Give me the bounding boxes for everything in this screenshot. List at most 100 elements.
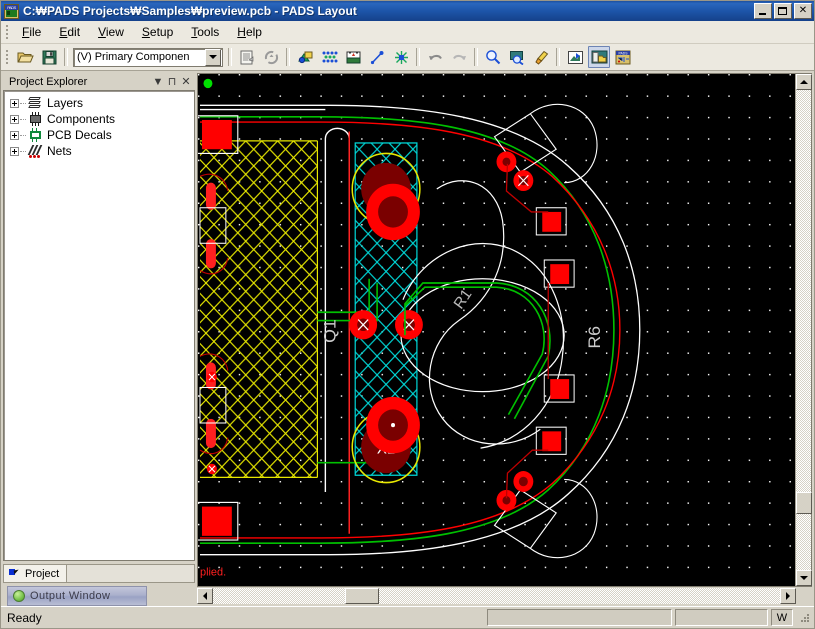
tree-item-pcb-decals[interactable]: PCB Decals <box>6 127 192 143</box>
scroll-down-arrow-icon <box>800 576 808 580</box>
scroll-up-button[interactable] <box>796 74 812 90</box>
expander-plus-icon[interactable] <box>10 130 19 140</box>
toolbar-separator-6 <box>556 48 560 66</box>
origin-dot <box>203 78 213 89</box>
scroll-right-button[interactable] <box>780 588 796 604</box>
pcb-decal-icon <box>26 128 44 142</box>
status-pane-2 <box>675 609 768 626</box>
menu-item-help[interactable]: Help <box>228 22 271 42</box>
close-button[interactable]: ✕ <box>794 3 812 19</box>
board-outline-button[interactable] <box>342 46 364 68</box>
pcb-canvas[interactable]: X1 Q1 <box>198 74 795 586</box>
layers-icon <box>26 96 44 110</box>
menu-label-file: ile <box>29 25 42 39</box>
explorer-panel-icon <box>591 50 607 64</box>
component-icon <box>26 112 44 126</box>
pin-icon[interactable]: ⊓ <box>165 75 179 89</box>
vscroll-thumb[interactable] <box>796 492 812 514</box>
open-file-button[interactable] <box>14 46 36 68</box>
scroll-up-arrow-icon <box>800 80 808 84</box>
route-button[interactable] <box>366 46 388 68</box>
designator-q1: Q1 <box>320 319 340 343</box>
expander-plus-icon[interactable] <box>10 146 19 156</box>
layers-setup-button[interactable] <box>294 46 316 68</box>
vscroll-track-upper[interactable] <box>796 90 811 492</box>
scroll-down-button[interactable] <box>796 570 812 586</box>
zoom-button[interactable] <box>482 46 504 68</box>
canvas-horizontal-scrollbar[interactable] <box>197 588 796 604</box>
document-button[interactable] <box>236 46 258 68</box>
project-explorer-title-bar: Project Explorer ▼ ⊓ ✕ <box>3 73 195 90</box>
status-pane-3: W <box>771 609 793 626</box>
hscroll-track-left[interactable] <box>213 588 345 604</box>
tree-label-components: Components <box>47 112 116 126</box>
layer-select-arrow[interactable] <box>205 48 221 66</box>
tree-item-layers[interactable]: Layers <box>6 95 192 111</box>
layer-select[interactable]: (V) Primary Componen <box>73 47 223 67</box>
drc-button[interactable] <box>390 46 412 68</box>
refresh-circular-icon <box>264 50 278 64</box>
menu-label-edit: dit <box>67 25 81 39</box>
tree-item-components[interactable]: Components <box>6 111 192 127</box>
main-body: Project Explorer ▼ ⊓ ✕ Layers Components… <box>1 71 814 606</box>
menu-item-edit[interactable]: Edit <box>50 22 89 42</box>
scroll-right-arrow-icon <box>786 592 790 600</box>
status-pane-1 <box>487 609 672 626</box>
canvas-vertical-scrollbar[interactable] <box>795 74 812 586</box>
tree-label-pcb-decals: PCB Decals <box>47 128 112 142</box>
magnifier-area-icon <box>509 50 524 65</box>
maximize-button[interactable] <box>774 3 792 19</box>
scroll-left-button[interactable] <box>197 588 213 604</box>
floppy-disk-icon <box>42 50 56 64</box>
close-icon[interactable]: ✕ <box>179 75 193 89</box>
pour-manager-button[interactable] <box>318 46 340 68</box>
output-window-bar[interactable]: Output Window <box>7 586 147 606</box>
hscroll-thumb[interactable] <box>345 588 379 604</box>
zoom-area-button[interactable] <box>506 46 528 68</box>
drc-star-icon <box>394 50 408 64</box>
menu-label-view: iew <box>105 25 124 39</box>
canvas-horizontal-scrollbar-row <box>197 588 812 604</box>
resize-grip[interactable] <box>798 611 812 625</box>
redo-arrow-icon <box>452 55 466 60</box>
tree-item-nets[interactable]: Nets <box>6 143 192 159</box>
pads-logo-button[interactable]: PADS <box>612 46 634 68</box>
minimize-button[interactable] <box>754 3 772 19</box>
status-bar: Ready W <box>1 606 814 628</box>
undo-arrow-icon <box>428 55 442 60</box>
project-tree[interactable]: Layers Components PCB Decals Nets <box>3 90 195 561</box>
save-file-button[interactable] <box>38 46 60 68</box>
pads-logo-icon: PADS <box>615 50 631 64</box>
route-line-icon <box>370 50 383 64</box>
menu-item-file[interactable]: File <box>13 22 50 42</box>
project-tab-icon <box>9 568 22 580</box>
redraw-button[interactable] <box>530 46 552 68</box>
chevron-down-icon[interactable]: ▼ <box>151 75 165 89</box>
tab-project[interactable]: Project <box>3 564 68 582</box>
vscroll-track-lower[interactable] <box>796 514 811 570</box>
expander-plus-icon[interactable] <box>10 98 19 108</box>
menu-item-setup[interactable]: Setup <box>133 22 182 42</box>
dock-tab-filler <box>67 564 195 582</box>
layer-select-value: (V) Primary Componen <box>77 51 190 63</box>
toolbar-separator-3 <box>286 48 290 66</box>
project-explorer-button[interactable] <box>588 46 610 68</box>
preview-window-button[interactable] <box>564 46 586 68</box>
preview-window-icon <box>567 50 583 64</box>
menu-item-view[interactable]: View <box>89 22 133 42</box>
board-outline-icon <box>346 51 360 63</box>
menu-item-tools[interactable]: Tools <box>182 22 228 42</box>
menu-grip-handle[interactable] <box>3 24 10 40</box>
toolbar-separator-4 <box>416 48 420 66</box>
menu-label-setup: etup <box>149 25 174 39</box>
window-controls: ✕ <box>754 3 812 19</box>
undo-button[interactable] <box>424 46 446 68</box>
toolbar-separator-2 <box>228 48 232 66</box>
refresh-button[interactable] <box>260 46 282 68</box>
pcb-canvas-frame: X1 Q1 <box>197 73 812 587</box>
redo-button[interactable] <box>448 46 470 68</box>
document-icon <box>240 50 254 64</box>
toolbar-grip-handle[interactable] <box>3 49 10 65</box>
hscroll-track-right[interactable] <box>379 588 780 604</box>
expander-plus-icon[interactable] <box>10 114 19 124</box>
